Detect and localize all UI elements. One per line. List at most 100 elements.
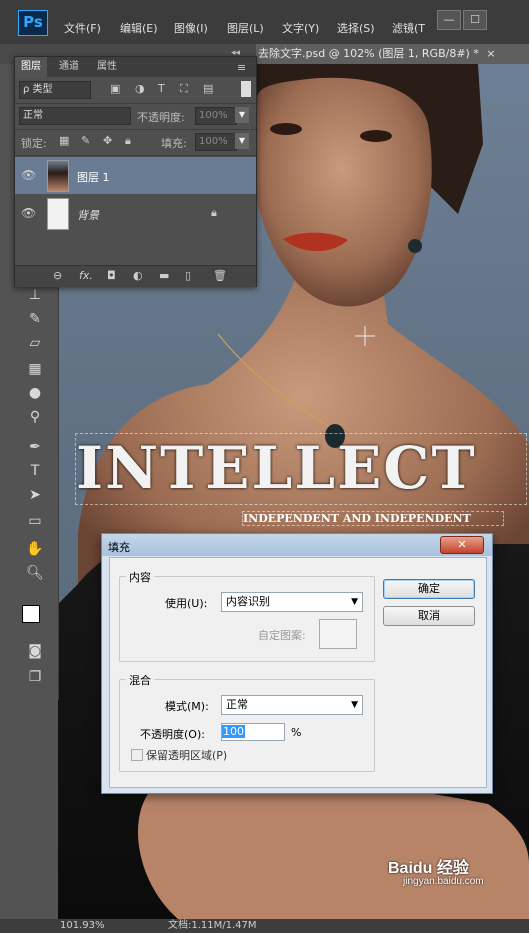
- adjustment-layer-icon[interactable]: ◐: [133, 269, 143, 282]
- fill-dropdown[interactable]: ▼: [235, 133, 249, 149]
- tab-channels[interactable]: 通道: [53, 57, 85, 77]
- link-icon[interactable]: ⊖: [53, 269, 62, 282]
- layer-name: 背景: [77, 209, 99, 222]
- lock-pixels-icon[interactable]: ✎: [81, 134, 90, 147]
- menu-bar: Ps 文件(F) 编辑(E) 图像(I) 图层(L) 文字(Y) 选择(S) 滤…: [0, 0, 529, 45]
- fill-dialog: 填充 ✕ 内容 使用(U): 内容识别 ▼ 自定图案: 混合 模式(M): 正常 ▼…: [101, 533, 493, 794]
- pen-icon[interactable]: ✒: [22, 436, 48, 458]
- eye-icon[interactable]: 👁︎: [21, 206, 36, 220]
- lock-transparent-icon[interactable]: ▦: [59, 134, 69, 147]
- ok-button[interactable]: 确定: [383, 579, 475, 599]
- path-select-icon[interactable]: ➤: [22, 484, 48, 506]
- zoom-level[interactable]: 101.93%: [60, 919, 105, 933]
- document-tab-title: 去除文字.psd @ 102% (图层 1, RGB/8#) *: [258, 47, 479, 60]
- filter-toggle[interactable]: [241, 81, 251, 97]
- opacity-label: 不透明度(O):: [140, 728, 205, 741]
- stamp-tool-icon[interactable]: ⊥: [22, 284, 48, 306]
- collapse-icon[interactable]: ◂◂: [231, 48, 240, 58]
- tools-panel: ⊥ ✎ ▱ ▦ ● ⚲ ✒ T ➤ ▭ ✋ 🔍︎ ◙ ❐: [14, 280, 59, 700]
- group-folder-icon[interactable]: ▬: [159, 269, 169, 282]
- screen-mode-icon[interactable]: ❐: [22, 666, 48, 688]
- opacity-input[interactable]: 100%: [195, 107, 237, 125]
- layer-thumbnail: [47, 198, 69, 230]
- hand-tool-icon[interactable]: ✋: [22, 538, 48, 560]
- status-bar: 101.93% 文档:1.11M/1.47M: [0, 919, 529, 933]
- use-select[interactable]: 内容识别 ▼: [221, 592, 363, 612]
- layer-thumbnail: [47, 160, 69, 192]
- document-tab[interactable]: 去除文字.psd @ 102% (图层 1, RGB/8#) * ×: [256, 44, 529, 64]
- layers-panel: 图层 通道 属性 ◂◂ ≡ ρ 类型 ▣ ◑ T ⛶ ▤ 正常 不透明度: 10…: [14, 48, 257, 287]
- eraser-icon[interactable]: ▱: [22, 332, 48, 354]
- lock-position-icon[interactable]: ✥: [103, 134, 112, 147]
- menu-edit[interactable]: 编辑(E): [120, 20, 158, 36]
- maximize-button[interactable]: ☐: [463, 10, 487, 30]
- menu-file[interactable]: 文件(F): [64, 20, 101, 36]
- opacity-label: 不透明度:: [137, 111, 185, 124]
- gradient-icon[interactable]: ▦: [22, 358, 48, 380]
- mode-select[interactable]: 正常 ▼: [221, 695, 363, 715]
- fill-input[interactable]: 100%: [195, 133, 237, 151]
- content-group: 内容 使用(U): 内容识别 ▼ 自定图案:: [119, 569, 375, 662]
- minimize-button[interactable]: —: [437, 10, 461, 30]
- dodge-icon[interactable]: ⚲: [22, 406, 48, 428]
- smart-icon[interactable]: ▤: [203, 82, 213, 95]
- close-icon[interactable]: ×: [486, 47, 495, 60]
- subline-text: INDEPENDENT AND INDEPENDENT: [242, 511, 504, 526]
- menu-image[interactable]: 图像(I): [174, 20, 208, 36]
- use-select-value: 内容识别: [226, 595, 270, 608]
- dialog-titlebar[interactable]: 填充 ✕: [102, 534, 492, 556]
- layer-row-background[interactable]: 👁︎ 背景 🔒︎: [15, 195, 256, 232]
- headline-text: INTELLECT: [75, 433, 527, 505]
- foreground-color-swatch[interactable]: [22, 605, 40, 623]
- menu-layer[interactable]: 图层(L): [227, 20, 264, 36]
- document-size: 文档:1.11M/1.47M: [168, 920, 257, 931]
- layer-filter-row: ρ 类型 ▣ ◑ T ⛶ ▤: [15, 77, 256, 104]
- blend-mode-select[interactable]: 正常: [19, 107, 131, 125]
- panel-menu-icon[interactable]: ≡: [237, 61, 246, 74]
- blend-group-label: 混合: [126, 672, 154, 688]
- layer-filter-select[interactable]: ρ 类型: [19, 81, 91, 99]
- opacity-dropdown[interactable]: ▼: [235, 107, 249, 123]
- lock-icon: 🔒︎: [211, 206, 217, 219]
- text-icon[interactable]: T: [158, 82, 165, 95]
- history-brush-icon[interactable]: ✎: [22, 308, 48, 330]
- menu-type[interactable]: 文字(Y): [282, 20, 319, 36]
- blend-group: 混合 模式(M): 正常 ▼ 不透明度(O): 100 % 保留透明区域(P): [119, 672, 375, 772]
- rectangle-tool-icon[interactable]: ▭: [22, 510, 48, 532]
- type-tool-icon[interactable]: T: [22, 460, 48, 482]
- custom-pattern-label: 自定图案:: [258, 629, 306, 642]
- chevron-down-icon: ▼: [351, 700, 358, 710]
- dialog-body: 内容 使用(U): 内容识别 ▼ 自定图案: 混合 模式(M): 正常 ▼ 不透明度…: [109, 557, 487, 788]
- mode-select-value: 正常: [226, 698, 248, 711]
- opacity-input[interactable]: 100: [221, 723, 285, 741]
- watermark-brand: Baidu 经验: [388, 860, 469, 877]
- image-icon[interactable]: ▣: [110, 82, 120, 95]
- shape-icon[interactable]: ⛶: [180, 82, 188, 96]
- menu-filter[interactable]: 滤镜(T: [392, 20, 425, 36]
- preserve-transparency-checkbox[interactable]: [131, 749, 143, 761]
- mode-label: 模式(M):: [165, 700, 209, 713]
- tab-properties[interactable]: 属性: [91, 57, 123, 77]
- close-button[interactable]: ✕: [440, 536, 484, 554]
- eye-icon[interactable]: 👁︎: [21, 168, 36, 182]
- adjust-icon[interactable]: ◑: [135, 82, 145, 95]
- blend-row: 正常 不透明度: 100% ▼: [15, 103, 256, 130]
- mask-icon[interactable]: ◘: [107, 269, 116, 282]
- chevron-down-icon: ▼: [351, 597, 358, 607]
- fx-icon[interactable]: fx.: [79, 269, 93, 282]
- zoom-tool-icon[interactable]: 🔍︎: [22, 562, 48, 584]
- content-group-label: 内容: [126, 569, 154, 585]
- layer-row-layer1[interactable]: 👁︎ 图层 1: [15, 157, 256, 194]
- watermark-url: jingyan.baidu.com: [403, 876, 484, 887]
- panel-tab-bar: 图层 通道 属性 ◂◂ ≡: [15, 48, 256, 77]
- layers-panel-footer: ⊖ fx. ◘ ◐ ▬ ▯ 🗑︎: [15, 265, 256, 287]
- blur-icon[interactable]: ●: [22, 382, 48, 404]
- new-layer-icon[interactable]: ▯: [185, 269, 191, 282]
- quick-mask-icon[interactable]: ◙: [22, 640, 48, 662]
- menu-select[interactable]: 选择(S): [337, 20, 375, 36]
- opacity-input-value: 100: [222, 725, 245, 738]
- lock-all-icon[interactable]: 🔒︎: [125, 134, 131, 148]
- cancel-button[interactable]: 取消: [383, 606, 475, 626]
- tab-layers[interactable]: 图层: [15, 57, 47, 77]
- trash-icon[interactable]: 🗑︎: [213, 269, 227, 282]
